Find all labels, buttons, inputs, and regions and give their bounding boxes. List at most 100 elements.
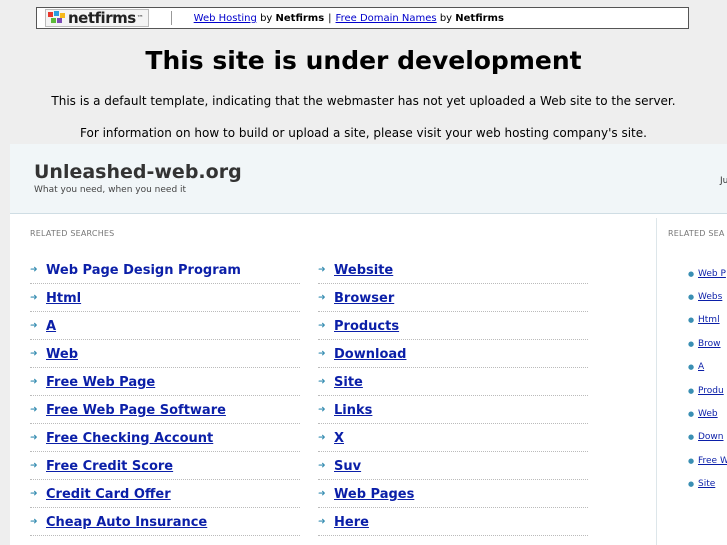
related-link[interactable]: Web P [698,269,726,279]
bullet-icon: ● [688,316,695,325]
site-title[interactable]: Unleashed-web.org [34,161,242,183]
list-item: ➜ Free Credit Score [30,453,300,480]
topbar-pipe: | [328,12,332,24]
header-right-text: Ju [720,176,727,186]
related-link[interactable]: Html [46,291,81,306]
netfirms-brand-1: Netfirms [275,12,325,24]
netfirms-logo[interactable]: netfirms ™ [45,9,149,27]
list-item: ● Free W [688,449,727,472]
related-link[interactable]: Free Checking Account [46,431,213,446]
related-link[interactable]: Products [334,319,399,334]
list-item: ● Brow [688,332,727,355]
arrow-right-icon: ➜ [30,377,38,387]
list-item: ➜ Cheap Auto Insurance [30,509,300,536]
arrow-right-icon: ➜ [30,517,38,527]
related-searches-label-right: RELATED SEA [668,229,725,238]
related-link[interactable]: Webs [698,292,722,302]
logo-trademark: ™ [136,14,144,22]
netfirms-logo-text: netfirms [68,9,136,27]
free-domain-names-link[interactable]: Free Domain Names [336,13,437,24]
list-item: ➜ Links [318,397,588,424]
related-link[interactable]: Free Credit Score [46,459,173,474]
arrow-right-icon: ➜ [30,265,38,275]
by-text-2: by [439,12,453,24]
related-link[interactable]: A [46,319,56,334]
related-link[interactable]: Here [334,515,369,530]
list-item: ➜ Web [30,341,300,368]
related-link[interactable]: Site [698,479,715,489]
arrow-right-icon: ➜ [30,293,38,303]
netfirms-topbar: netfirms ™ Web Hosting by Netfirms | Free… [36,7,689,29]
by-text-1: by [260,12,273,24]
related-link[interactable]: Cheap Auto Insurance [46,515,207,530]
list-item: ➜ Web Pages [318,481,588,508]
bullet-icon: ● [688,410,695,419]
related-link[interactable]: Free Web Page Software [46,403,226,418]
related-link[interactable]: Down [698,432,724,442]
bullet-icon: ● [688,386,695,395]
hosting-info-message: For information on how to build or uploa… [80,126,647,140]
list-item: ➜ A [30,313,300,340]
list-item: ➜ Free Checking Account [30,425,300,452]
bullet-icon: ● [688,456,695,465]
arrow-right-icon: ➜ [30,321,38,331]
arrow-right-icon: ➜ [318,461,326,471]
related-link[interactable]: Free W [698,456,727,466]
column-divider [656,218,657,545]
related-link[interactable]: A [698,362,704,372]
related-link[interactable]: Links [334,403,372,418]
netfirms-brand-2: Netfirms [455,12,504,24]
bullet-icon: ● [688,269,695,278]
list-item: ➜ Free Web Page Software [30,397,300,424]
list-item: ● Web P [688,262,727,285]
bullet-icon: ● [688,363,695,372]
related-links-left-column: ➜ Web Page Design Program ➜ Html ➜ A ➜ Web ➜… [30,257,300,537]
arrow-right-icon: ➜ [318,293,326,303]
arrow-right-icon: ➜ [30,405,38,415]
page-headline: This site is under development [145,46,582,75]
default-template-message: This is a default template, indicating t… [51,94,676,108]
topbar-divider [170,11,172,25]
related-link[interactable]: Download [334,347,406,362]
list-item: ➜ Suv [318,453,588,480]
arrow-right-icon: ➜ [30,349,38,359]
related-link[interactable]: X [334,431,344,446]
parked-site-frame: Unleashed-web.org What you need, when yo… [10,144,727,545]
related-link[interactable]: Web Pages [334,487,414,502]
related-link[interactable]: Produ [698,386,724,396]
list-item: ➜ X [318,425,588,452]
list-item: ➜ Web Page Design Program [30,257,300,284]
list-item: ➜ Website [318,257,588,284]
arrow-right-icon: ➜ [30,433,38,443]
arrow-right-icon: ➜ [318,349,326,359]
list-item: ➜ Products [318,313,588,340]
netfirms-logo-icon [48,11,66,25]
related-links-mid-column: ➜ Website ➜ Browser ➜ Products ➜ Download ➜ S… [318,257,588,537]
list-item: ● Webs [688,285,727,308]
related-link[interactable]: Web [698,409,718,419]
related-link[interactable]: Web Page Design Program [46,263,241,278]
bullet-icon: ● [688,293,695,302]
arrow-right-icon: ➜ [30,461,38,471]
bullet-icon: ● [688,339,695,348]
list-item: ➜ Download [318,341,588,368]
related-link[interactable]: Credit Card Offer [46,487,171,502]
list-item: ➜ Browser [318,285,588,312]
related-link[interactable]: Website [334,263,393,278]
list-item: ● Site [688,473,727,496]
related-link[interactable]: Suv [334,459,361,474]
related-searches-label: RELATED SEARCHES [30,229,115,238]
related-link[interactable]: Site [334,375,363,390]
web-hosting-link[interactable]: Web Hosting [194,13,257,24]
list-item: ➜ Credit Card Offer [30,481,300,508]
list-item: ● Down [688,426,727,449]
related-link[interactable]: Web [46,347,78,362]
list-item: ➜ Free Web Page [30,369,300,396]
related-link[interactable]: Html [698,315,720,325]
related-link[interactable]: Free Web Page [46,375,155,390]
arrow-right-icon: ➜ [318,517,326,527]
arrow-right-icon: ➜ [318,433,326,443]
arrow-right-icon: ➜ [318,405,326,415]
related-link[interactable]: Brow [698,339,721,349]
related-link[interactable]: Browser [334,291,394,306]
